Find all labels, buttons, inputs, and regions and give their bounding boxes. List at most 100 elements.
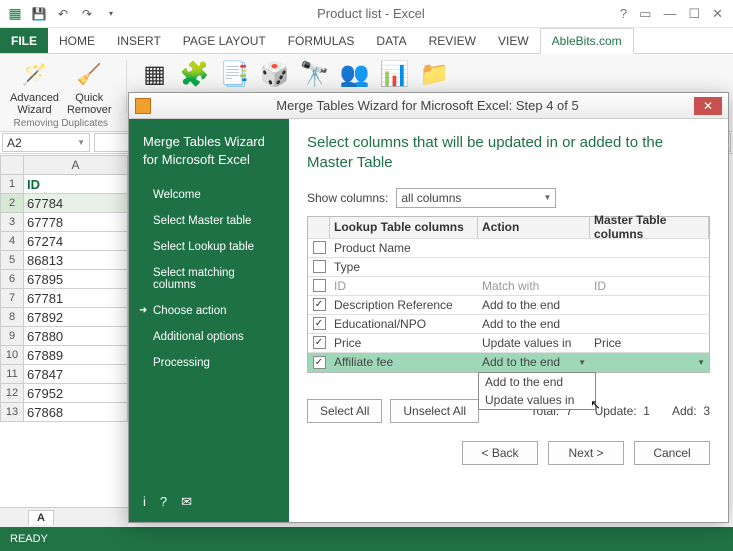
quick-remover-button[interactable]: 🧹 Quick Remover <box>63 56 116 118</box>
tab-home[interactable]: HOME <box>48 28 106 53</box>
tab-ablebits[interactable]: AbleBits.com <box>540 28 634 54</box>
info-icon[interactable]: i <box>143 494 146 510</box>
row-header[interactable]: 6 <box>0 270 24 289</box>
name-box[interactable]: A2 ▼ <box>2 133 90 152</box>
row-header[interactable]: 9 <box>0 327 24 346</box>
step-select-matching-columns[interactable]: Select matching columns <box>129 260 289 298</box>
row-header[interactable]: 5 <box>0 251 24 270</box>
tab-view[interactable]: VIEW <box>487 28 540 53</box>
table-row[interactable]: Educational/NPOAdd to the end <box>308 315 709 334</box>
minimize-icon[interactable]: — <box>663 6 676 22</box>
advanced-wizard-button[interactable]: 🪄 Advanced Wizard <box>6 56 63 118</box>
tab-page-layout[interactable]: PAGE LAYOUT <box>172 28 277 53</box>
step-processing[interactable]: Processing <box>129 350 289 376</box>
step-select-lookup-table[interactable]: Select Lookup table <box>129 234 289 260</box>
step-additional-options[interactable]: Additional options <box>129 324 289 350</box>
tab-review[interactable]: REVIEW <box>418 28 487 53</box>
row-checkbox[interactable] <box>313 241 326 254</box>
row-header[interactable]: 11 <box>0 365 24 384</box>
cell[interactable]: 67847 <box>24 365 128 384</box>
wizard-app-icon <box>135 98 151 114</box>
column-header-a[interactable]: A <box>24 155 128 175</box>
select-all-corner[interactable] <box>0 155 24 175</box>
ribbon-options-icon[interactable]: ▭ <box>639 6 651 22</box>
lookup-col-name: Type <box>330 258 478 276</box>
chevron-down-icon[interactable]: ▼ <box>697 358 705 367</box>
row-checkbox[interactable] <box>313 317 326 330</box>
row-checkbox[interactable] <box>313 260 326 273</box>
action-cell[interactable]: Add to the end <box>478 296 590 314</box>
cell[interactable]: 67778 <box>24 213 128 232</box>
cell[interactable]: 67880 <box>24 327 128 346</box>
dropdown-item-update[interactable]: Update values in↖ <box>479 391 595 409</box>
cell[interactable]: 67889 <box>24 346 128 365</box>
master-col-name: Price <box>590 334 709 352</box>
step-select-master-table[interactable]: Select Master table <box>129 208 289 234</box>
table-row[interactable]: IDMatch withID <box>308 277 709 296</box>
tab-formulas[interactable]: FORMULAS <box>277 28 366 53</box>
row-checkbox[interactable] <box>313 298 326 311</box>
unselect-all-button[interactable]: Unselect All <box>390 399 479 423</box>
action-cell[interactable]: Update values in <box>478 334 590 352</box>
tab-insert[interactable]: INSERT <box>106 28 172 53</box>
table-row[interactable]: PriceUpdate values inPrice <box>308 334 709 353</box>
row-header[interactable]: 3 <box>0 213 24 232</box>
tab-data[interactable]: DATA <box>365 28 417 53</box>
undo-icon[interactable]: ↶ <box>52 3 74 25</box>
row-header[interactable]: 2 <box>0 194 24 213</box>
row-header[interactable]: 12 <box>0 384 24 403</box>
cell[interactable]: 67784 <box>24 194 128 213</box>
row-header[interactable]: 4 <box>0 232 24 251</box>
show-columns-label: Show columns: <box>307 191 388 205</box>
row-header[interactable]: 10 <box>0 346 24 365</box>
next-button[interactable]: Next > <box>548 441 624 465</box>
row-header[interactable]: 13 <box>0 403 24 422</box>
master-col-name: ▼ <box>590 353 709 372</box>
maximize-icon[interactable]: ☐ <box>688 6 700 22</box>
help-icon[interactable]: ? <box>160 494 167 510</box>
add-value: 3 <box>703 404 710 418</box>
cell[interactable]: 86813 <box>24 251 128 270</box>
cancel-button[interactable]: Cancel <box>634 441 710 465</box>
chevron-down-icon[interactable]: ▼ <box>578 358 586 367</box>
close-icon[interactable]: ✕ <box>712 6 723 22</box>
qat-dropdown-icon[interactable]: ▾ <box>100 3 122 25</box>
sheet-tab-a[interactable]: A <box>28 510 54 525</box>
cell[interactable]: 67892 <box>24 308 128 327</box>
row-checkbox[interactable] <box>313 336 326 349</box>
excel-icon[interactable]: ▦ <box>4 3 26 25</box>
action-cell[interactable] <box>478 239 590 257</box>
dropdown-item-add[interactable]: Add to the end <box>479 373 595 391</box>
show-columns-combo[interactable]: all columns ▼ <box>396 188 556 208</box>
cell[interactable]: 67781 <box>24 289 128 308</box>
tab-file[interactable]: FILE <box>0 28 48 53</box>
row-header[interactable]: 1 <box>0 175 24 194</box>
row-header[interactable]: 7 <box>0 289 24 308</box>
step-welcome[interactable]: Welcome <box>129 182 289 208</box>
help-icon[interactable]: ? <box>620 6 627 22</box>
cell[interactable]: 67868 <box>24 403 128 422</box>
save-icon[interactable]: 💾 <box>28 3 50 25</box>
back-button[interactable]: < Back <box>462 441 538 465</box>
table-row[interactable]: Description ReferenceAdd to the end <box>308 296 709 315</box>
mail-icon[interactable]: ✉ <box>181 494 192 510</box>
action-cell[interactable]: Add to the end▼Add to the endUpdate valu… <box>478 353 590 372</box>
step-choose-action[interactable]: Choose action <box>129 298 289 324</box>
columns-table: Lookup Table columns Action Master Table… <box>307 216 710 373</box>
row-header[interactable]: 8 <box>0 308 24 327</box>
cell[interactable]: 67952 <box>24 384 128 403</box>
cell[interactable]: 67274 <box>24 232 128 251</box>
select-all-button[interactable]: Select All <box>307 399 382 423</box>
cell[interactable]: 67895 <box>24 270 128 289</box>
table-row[interactable]: Type <box>308 258 709 277</box>
wizard-close-button[interactable]: ✕ <box>694 97 722 115</box>
row-checkbox[interactable] <box>313 356 326 369</box>
action-cell[interactable]: Add to the end <box>478 315 590 333</box>
redo-icon[interactable]: ↷ <box>76 3 98 25</box>
action-cell[interactable] <box>478 258 590 276</box>
table-row[interactable]: Affiliate feeAdd to the end▼Add to the e… <box>308 353 709 372</box>
add-label: Add: <box>672 404 697 418</box>
table-row[interactable]: Product Name <box>308 239 709 258</box>
lookup-col-name: Description Reference <box>330 296 478 314</box>
cell[interactable]: ID <box>24 175 128 194</box>
